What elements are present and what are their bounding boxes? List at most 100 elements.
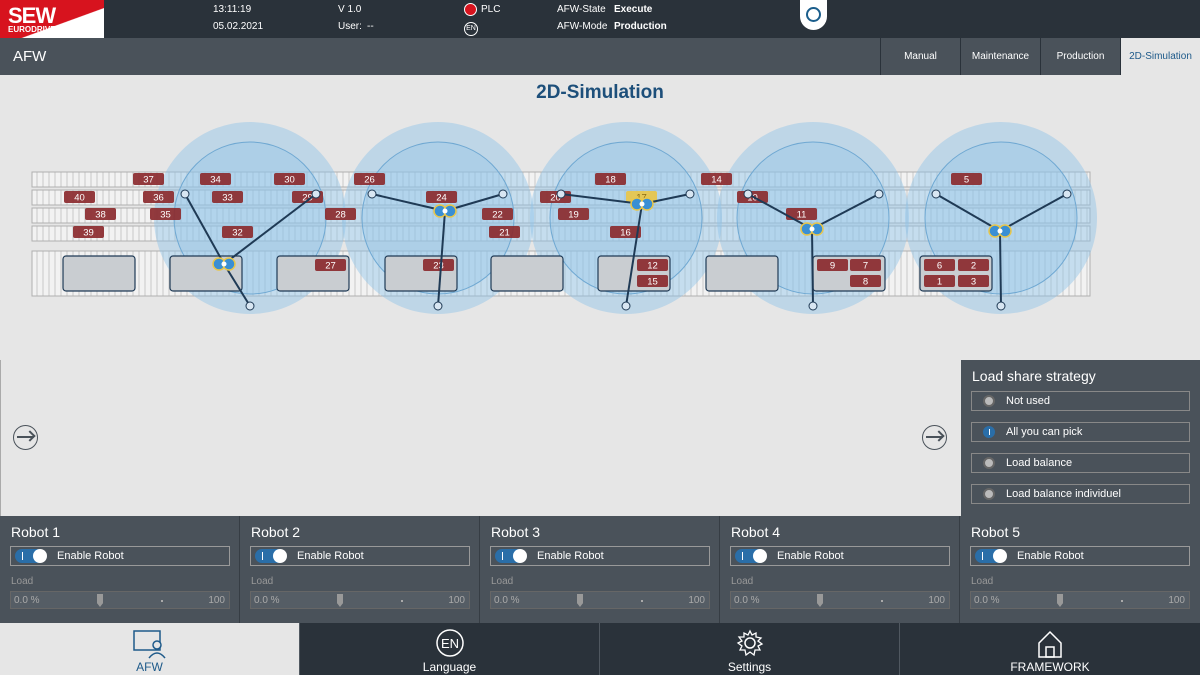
radio-icon bbox=[983, 457, 995, 469]
option-all-you-can-pick[interactable]: All you can pick bbox=[971, 422, 1190, 442]
plc-status-icon bbox=[464, 3, 477, 16]
arm-joint bbox=[433, 301, 443, 311]
hand-control-icon[interactable] bbox=[800, 0, 827, 30]
toggle-switch[interactable] bbox=[975, 549, 1007, 563]
load-share-strategy-panel: Load share strategy Not used All you can… bbox=[961, 360, 1200, 516]
nav-framework[interactable]: FRAMEWORK bbox=[900, 623, 1200, 675]
item-label: 27 bbox=[325, 261, 336, 272]
item-label: 35 bbox=[160, 210, 171, 221]
tray-slot bbox=[705, 255, 779, 292]
afw-state-value: Execute bbox=[614, 4, 653, 15]
item-label: 16 bbox=[620, 228, 631, 239]
arm-joint bbox=[931, 189, 941, 199]
tab-production[interactable]: Production bbox=[1040, 38, 1120, 75]
radio-selected-icon bbox=[983, 426, 995, 438]
option-not-used[interactable]: Not used bbox=[971, 391, 1190, 411]
toggle-switch[interactable] bbox=[15, 549, 47, 563]
item-label: 33 bbox=[222, 193, 233, 204]
panel-divider bbox=[0, 360, 1, 516]
slider-thumb[interactable] bbox=[97, 594, 103, 607]
item-label: 34 bbox=[210, 175, 221, 186]
item-label: 36 bbox=[153, 193, 164, 204]
afw-mode-label: AFW-Mode bbox=[557, 21, 608, 32]
item-label: 7 bbox=[863, 261, 868, 272]
arm-joint bbox=[367, 189, 377, 199]
gripper-center bbox=[639, 201, 645, 207]
item-label: 19 bbox=[568, 210, 579, 221]
item-label: 39 bbox=[83, 228, 94, 239]
enable-robot-toggle[interactable]: Enable Robot bbox=[490, 546, 710, 566]
arm-joint bbox=[180, 189, 190, 199]
item-label: 30 bbox=[284, 175, 295, 186]
item-label: 15 bbox=[647, 277, 658, 288]
arm-joint bbox=[311, 189, 321, 199]
toggle-switch[interactable] bbox=[495, 549, 527, 563]
arm-joint bbox=[996, 301, 1006, 311]
gear-icon bbox=[736, 629, 763, 657]
load-slider[interactable]: 0.0 % 100 bbox=[490, 591, 710, 609]
toggle-switch[interactable] bbox=[255, 549, 287, 563]
arm-joint bbox=[621, 301, 631, 311]
enable-robot-toggle[interactable]: Enable Robot bbox=[730, 546, 950, 566]
gripper-center bbox=[221, 261, 227, 267]
load-slider[interactable]: 0.0 % 100 bbox=[10, 591, 230, 609]
enable-robot-toggle[interactable]: Enable Robot bbox=[970, 546, 1190, 566]
item-label: 8 bbox=[863, 277, 868, 288]
gripper-center bbox=[809, 226, 815, 232]
enable-robot-toggle[interactable]: Enable Robot bbox=[10, 546, 230, 566]
option-load-balance-individuel[interactable]: Load balance individuel bbox=[971, 484, 1190, 504]
item-label: 37 bbox=[143, 175, 154, 186]
arm-link bbox=[999, 230, 1002, 307]
language-en-icon: EN bbox=[435, 629, 464, 657]
item-label: 1 bbox=[937, 277, 942, 288]
arm-joint bbox=[808, 301, 818, 311]
robot-panel-5: Robot 5 Enable Robot Load 0.0 % 100 bbox=[960, 516, 1200, 623]
tray-slot bbox=[490, 255, 564, 292]
tab-manual[interactable]: Manual bbox=[880, 38, 960, 75]
radio-icon bbox=[983, 395, 995, 407]
slider-thumb[interactable] bbox=[817, 594, 823, 607]
item-label: 26 bbox=[364, 175, 375, 186]
load-slider[interactable]: 0.0 % 100 bbox=[730, 591, 950, 609]
load-slider[interactable]: 0.0 % 100 bbox=[250, 591, 470, 609]
load-share-title: Load share strategy bbox=[972, 368, 1096, 384]
item-label: 32 bbox=[232, 228, 243, 239]
svg-text:EN: EN bbox=[440, 636, 458, 651]
nav-language[interactable]: EN Language bbox=[300, 623, 600, 675]
arm-joint bbox=[874, 189, 884, 199]
nav-settings[interactable]: Settings bbox=[600, 623, 900, 675]
item-label: 5 bbox=[964, 175, 969, 186]
enable-robot-toggle[interactable]: Enable Robot bbox=[250, 546, 470, 566]
slider-thumb[interactable] bbox=[577, 594, 583, 607]
item-label: 24 bbox=[436, 193, 447, 204]
slider-thumb[interactable] bbox=[337, 594, 343, 607]
gripper-center bbox=[997, 228, 1003, 234]
item-label: 14 bbox=[711, 175, 722, 186]
robot-panel-3: Robot 3 Enable Robot Load 0.0 % 100 bbox=[480, 516, 720, 623]
afw-state-label: AFW-State bbox=[557, 4, 606, 15]
home-icon bbox=[1038, 630, 1062, 658]
nav-afw[interactable]: AFW bbox=[0, 623, 300, 675]
item-label: 38 bbox=[95, 210, 106, 221]
item-label: 21 bbox=[499, 228, 510, 239]
slider-thumb[interactable] bbox=[1057, 594, 1063, 607]
arm-link bbox=[811, 228, 814, 307]
radio-icon bbox=[983, 488, 995, 500]
clock-date: 05.02.2021 bbox=[213, 21, 264, 32]
tray-slot bbox=[62, 255, 136, 292]
user-label: User: bbox=[338, 21, 362, 32]
item-label: 6 bbox=[937, 261, 942, 272]
user-value: -- bbox=[367, 21, 374, 32]
clock-time: 13:11:19 bbox=[213, 4, 252, 15]
toggle-switch[interactable] bbox=[735, 549, 767, 563]
load-slider[interactable]: 0.0 % 100 bbox=[970, 591, 1190, 609]
outfeed-arrow-icon bbox=[922, 425, 947, 450]
item-label: 18 bbox=[605, 175, 616, 186]
simulation-canvas: 37 34 30 26 18 14 540 36 33 29 24 20 17 1038 35 28 22 19 1… bbox=[31, 122, 1097, 314]
option-load-balance[interactable]: Load balance bbox=[971, 453, 1190, 473]
robot-panel-2: Robot 2 Enable Robot Load 0.0 % 100 bbox=[240, 516, 480, 623]
item-label: 12 bbox=[647, 261, 658, 272]
tab-maintenance[interactable]: Maintenance bbox=[960, 38, 1040, 75]
tab-2d-simulation[interactable]: 2D-Simulation bbox=[1120, 38, 1200, 75]
language-badge[interactable]: EN bbox=[464, 22, 478, 36]
